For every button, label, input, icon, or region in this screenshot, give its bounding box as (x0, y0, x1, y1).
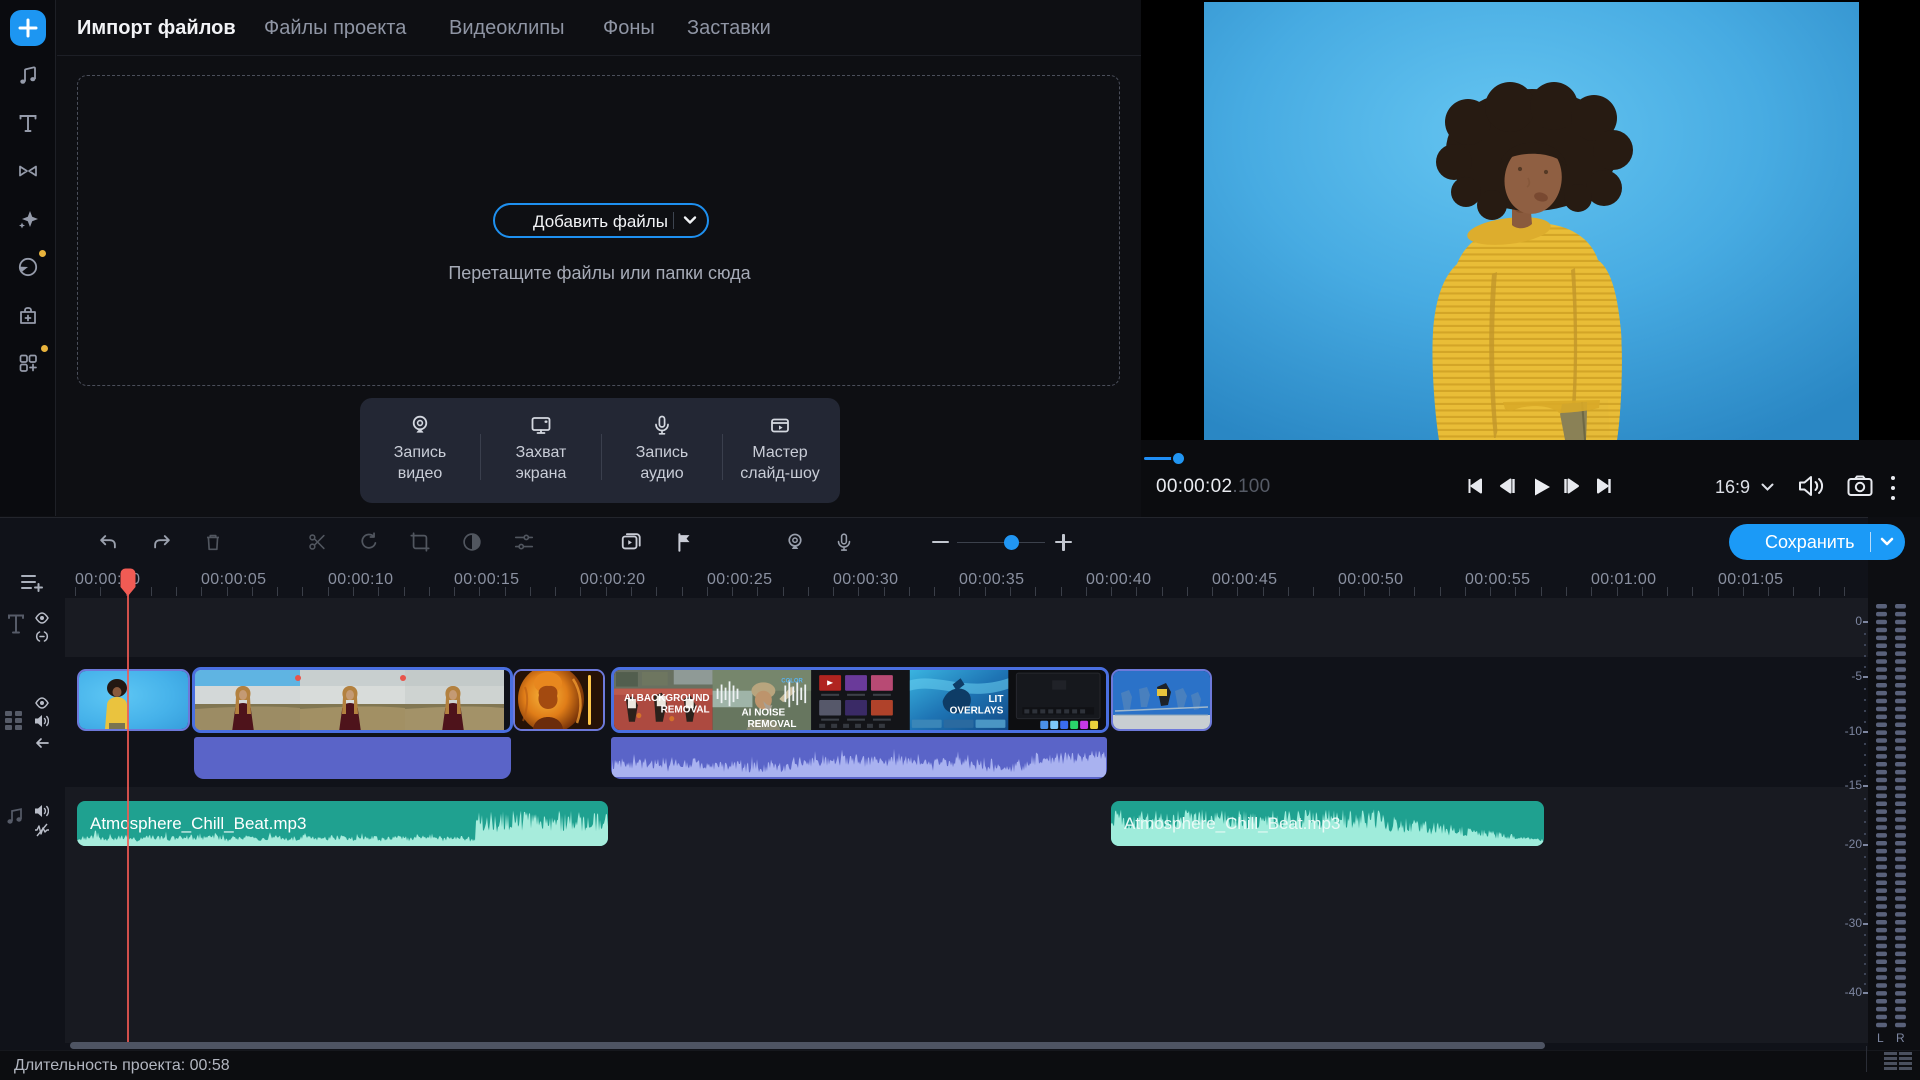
svg-text:LIT: LIT (988, 694, 1004, 705)
svg-text:AI BACKGROUND: AI BACKGROUND (624, 693, 710, 704)
svg-text:COLOR: COLOR (781, 677, 803, 684)
svg-text:REMOVAL: REMOVAL (747, 719, 796, 730)
svg-text:OVERLAYS: OVERLAYS (950, 705, 1004, 716)
svg-text:AI NOISE: AI NOISE (741, 707, 785, 718)
svg-text:REMOVAL: REMOVAL (661, 704, 710, 715)
